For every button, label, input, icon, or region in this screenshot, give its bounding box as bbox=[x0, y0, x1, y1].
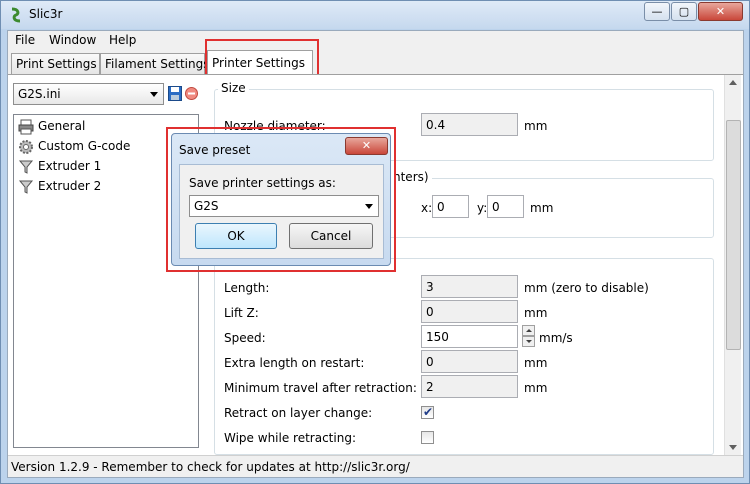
chevron-down-icon bbox=[150, 92, 158, 97]
ok-button[interactable]: OK bbox=[195, 223, 277, 249]
extra-length-label: Extra length on restart: bbox=[224, 356, 365, 370]
sidebar-item-label: General bbox=[38, 119, 86, 133]
x-label: x: bbox=[421, 201, 433, 215]
sidebar-item-label: Extruder 1 bbox=[38, 159, 102, 173]
cancel-button[interactable]: Cancel bbox=[289, 223, 373, 249]
retract-length-unit: mm (zero to disable) bbox=[524, 281, 649, 295]
preset-name-value: G2S bbox=[194, 199, 219, 213]
menu-window[interactable]: Window bbox=[49, 33, 96, 47]
scroll-down-icon[interactable] bbox=[729, 445, 737, 450]
save-icon[interactable] bbox=[168, 86, 182, 101]
save-as-label: Save printer settings as: bbox=[189, 176, 336, 190]
title-bar[interactable]: Slic3r — ▢ ✕ bbox=[1, 1, 749, 29]
maximize-button[interactable]: ▢ bbox=[671, 2, 697, 21]
extra-length-unit: mm bbox=[524, 356, 548, 370]
min-travel-input[interactable]: 2 bbox=[421, 375, 518, 398]
retract-length-label: Length: bbox=[224, 281, 270, 295]
nozzle-diameter-unit: mm bbox=[524, 119, 548, 133]
tab-print-settings[interactable]: Print Settings bbox=[11, 53, 100, 74]
retract-length-input[interactable]: 3 bbox=[421, 275, 518, 298]
dialog-close-button[interactable]: ✕ bbox=[345, 137, 388, 155]
min-travel-unit: mm bbox=[524, 381, 548, 395]
preset-name-combobox[interactable]: G2S bbox=[189, 195, 379, 217]
lift-z-unit: mm bbox=[524, 306, 548, 320]
retract-layer-change-label: Retract on layer change: bbox=[224, 406, 373, 420]
retract-speed-unit: mm/s bbox=[539, 331, 573, 345]
nozzle-diameter-input[interactable]: 0.4 bbox=[421, 113, 518, 136]
window-title: Slic3r bbox=[29, 7, 63, 21]
wipe-while-retracting-label: Wipe while retracting: bbox=[224, 431, 356, 445]
scrollbar-thumb[interactable] bbox=[726, 120, 741, 350]
position-group-title: nters) bbox=[390, 170, 432, 184]
funnel-icon bbox=[18, 160, 34, 174]
app-window: Slic3r — ▢ ✕ File Window Help Print Sett… bbox=[0, 0, 750, 484]
retract-speed-spinner[interactable] bbox=[522, 325, 535, 348]
retract-speed-input[interactable]: 150 bbox=[421, 325, 518, 348]
wipe-while-retracting-checkbox[interactable] bbox=[421, 431, 434, 444]
chevron-down-icon bbox=[365, 204, 373, 209]
printer-icon bbox=[18, 119, 34, 135]
dialog-title: Save preset bbox=[179, 143, 251, 157]
retract-layer-change-checkbox[interactable]: ✔ bbox=[421, 405, 434, 419]
extra-length-input[interactable]: 0 bbox=[421, 350, 518, 373]
min-travel-label: Minimum travel after retraction: bbox=[224, 381, 417, 395]
scroll-up-icon[interactable] bbox=[729, 80, 737, 85]
preset-select[interactable]: G2S.ini bbox=[13, 83, 164, 105]
dialog-body: Save printer settings as: G2S OK Cancel bbox=[179, 164, 384, 259]
save-preset-dialog: Save preset ✕ Save printer settings as: … bbox=[171, 133, 391, 266]
lift-z-label: Lift Z: bbox=[224, 306, 259, 320]
position-unit: mm bbox=[530, 201, 554, 215]
size-group-title: Size bbox=[218, 81, 249, 95]
y-input[interactable]: 0 bbox=[487, 195, 524, 218]
checkmark-icon: ✔ bbox=[423, 405, 434, 419]
status-text: Version 1.2.9 - Remember to check for up… bbox=[11, 460, 410, 474]
tab-highlight-box bbox=[205, 39, 319, 76]
vertical-scrollbar[interactable] bbox=[724, 75, 741, 455]
minimize-button[interactable]: — bbox=[644, 2, 670, 21]
retract-speed-label: Speed: bbox=[224, 331, 266, 345]
slic3r-logo-icon bbox=[11, 7, 21, 23]
menu-file[interactable]: File bbox=[15, 33, 35, 47]
spin-down-icon[interactable] bbox=[522, 336, 535, 347]
delete-icon[interactable] bbox=[185, 87, 198, 100]
lift-z-input[interactable]: 0 bbox=[421, 300, 518, 323]
y-label: y: bbox=[477, 201, 488, 215]
funnel-icon bbox=[18, 180, 34, 194]
menu-help[interactable]: Help bbox=[109, 33, 136, 47]
preset-select-value: G2S.ini bbox=[18, 87, 61, 101]
spin-up-icon[interactable] bbox=[522, 325, 535, 336]
gear-icon bbox=[19, 140, 33, 154]
menu-bar: File Window Help bbox=[8, 31, 743, 51]
sidebar-item-label: Extruder 2 bbox=[38, 179, 102, 193]
close-button[interactable]: ✕ bbox=[698, 2, 743, 21]
status-bar: Version 1.2.9 - Remember to check for up… bbox=[8, 455, 743, 477]
tab-filament-settings[interactable]: Filament Settings bbox=[100, 53, 209, 74]
sidebar-item-label: Custom G-code bbox=[38, 139, 131, 153]
x-input[interactable]: 0 bbox=[432, 195, 469, 218]
